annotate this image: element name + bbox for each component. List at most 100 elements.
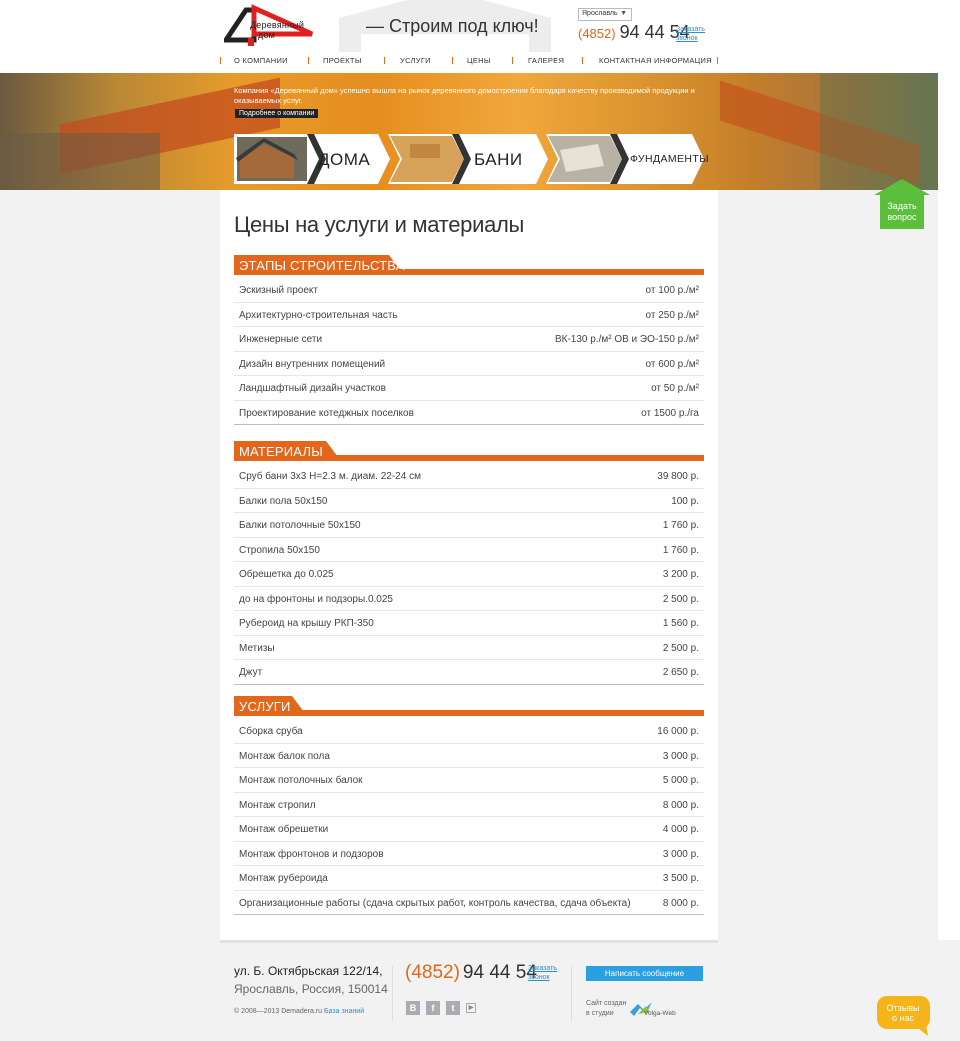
row-price: 2 650 р.: [662, 667, 699, 678]
table-row: Монтаж рубероида 3 500 р.: [234, 866, 704, 891]
callback-link[interactable]: Заказать звонок: [676, 25, 705, 43]
category-houses[interactable]: ДОМА: [234, 134, 390, 184]
row-name: Инженерные сети: [239, 334, 323, 345]
row-price: 8 000 р.: [662, 897, 699, 909]
reviews-label: Отзывы о нас: [876, 1003, 930, 1023]
category-foundations[interactable]: ФУНДАМЕНТЫ: [546, 134, 709, 184]
row-price: 1 760 р.: [662, 544, 699, 556]
row-name: до на фронтоны и подзоры.0.025: [239, 593, 393, 605]
header: Деревянный дом — Строим под ключ! Яросла…: [0, 0, 960, 73]
banner-text: Компания «Деревянный дом» успешно вышла …: [234, 86, 695, 105]
row-price: 4 000 р.: [662, 824, 699, 835]
logo-text: Деревянный дом: [250, 20, 304, 40]
ask-question-button[interactable]: Задать вопрос: [872, 179, 932, 229]
table-row: Дизайн внутренних помещений от 600 р./м²: [234, 352, 704, 376]
more-about-button[interactable]: Подробнее о компании: [235, 109, 319, 118]
ask-question-label: Задать вопрос: [872, 201, 932, 223]
row-price: 100 р.: [671, 495, 699, 507]
ask-line-2: вопрос: [887, 212, 917, 222]
section-services: УСЛУГИ Сборка сруба 16 000 р. Монтаж бало…: [234, 696, 704, 915]
vk-icon[interactable]: В: [406, 1001, 420, 1015]
row-name: Монтаж балок пола: [239, 750, 330, 762]
row-name: Обрешетка до 0.025: [239, 569, 334, 580]
section-stages: ЭТАПЫ СТРОИТЕЛЬСТВА Эскизный проект от 10…: [234, 255, 704, 425]
section-header: ЭТАПЫ СТРОИТЕЛЬСТВА: [234, 255, 704, 277]
table-row: Монтаж потолочных балок 5 000 р.: [234, 768, 704, 793]
table-row: Обрешетка до 0.025 3 200 р.: [234, 562, 704, 587]
row-name: Организационные работы (сдача скрытых ра…: [239, 897, 631, 909]
facebook-icon[interactable]: f: [426, 1001, 440, 1015]
knowledge-base-link[interactable]: База знаний: [324, 1008, 364, 1015]
page-title: Цены на услуги и материалы: [234, 212, 525, 237]
row-name: Монтаж рубероида: [239, 873, 328, 884]
reviews-line-1: Отзывы: [886, 1003, 920, 1013]
row-price: 2 500 р.: [662, 642, 699, 654]
ask-line-1: Задать: [887, 201, 917, 211]
row-name: Эскизный проект: [239, 285, 318, 296]
footer-phone: (4852) 94 44 54: [405, 962, 537, 984]
callback-line-1: Заказать: [676, 26, 705, 33]
table-row: Монтаж балок пола 3 000 р.: [234, 744, 704, 768]
row-price: от 250 р./м²: [645, 309, 700, 321]
table-row: Балки пола 50х150 100 р.: [234, 489, 704, 513]
row-price: 1 760 р.: [662, 520, 699, 531]
chevron-down-icon: ▼: [620, 10, 627, 17]
studio-name: Volga-Web: [644, 1010, 676, 1017]
row-name: Монтаж стропил: [239, 799, 316, 811]
nav-item-services[interactable]: УСЛУГИ: [400, 56, 431, 65]
row-price: 1 560 р.: [662, 618, 699, 629]
nav-separator: [452, 57, 453, 64]
section-title: УСЛУГИ: [239, 699, 291, 714]
reviews-line-2: о нас: [892, 1013, 914, 1023]
nav-item-about[interactable]: О КОМПАНИИ: [234, 56, 288, 65]
nav-separator: [512, 57, 513, 64]
footer-divider: [392, 966, 393, 1021]
send-message-button[interactable]: Написать сообщение: [586, 966, 703, 981]
youtube-icon[interactable]: ▶: [466, 1003, 476, 1013]
copyright: © 2008—2013 Demadera.ru База знаний: [234, 1008, 364, 1015]
row-name: Балки потолочные 50х150: [239, 520, 361, 531]
city-value: Ярославль: [582, 10, 618, 17]
nav-item-contacts[interactable]: КОНТАКТНАЯ ИНФОРМАЦИЯ: [599, 56, 712, 65]
footer-callback-link[interactable]: Заказать звонок: [528, 964, 557, 982]
table-row: Ландшафтный дизайн участков от 50 р./м²: [234, 376, 704, 401]
nav-item-prices[interactable]: ЦЕНЫ: [467, 56, 491, 65]
table-row: Проектирование котеджных поселков от 1500…: [234, 401, 704, 425]
row-price: 5 000 р.: [662, 775, 699, 786]
row-name: Сборка сруба: [239, 726, 303, 737]
row-name: Сруб бани 3х3 Н=2.3 м. диам. 22-24 см: [239, 471, 421, 482]
table-row: Сруб бани 3х3 Н=2.3 м. диам. 22-24 см 39 …: [234, 464, 704, 489]
tagline: — Строим под ключ!: [366, 16, 539, 36]
copyright-text: © 2008—2013 Demadera.ru: [234, 1008, 323, 1015]
city-select[interactable]: Ярославль ▼: [578, 8, 632, 21]
price-table: Сборка сруба 16 000 р. Монтаж балок пола 3…: [234, 719, 704, 915]
table-row: Сборка сруба 16 000 р.: [234, 719, 704, 744]
category-saunas[interactable]: БАНИ: [388, 134, 548, 184]
nav-separator: [220, 57, 221, 64]
table-row: Эскизный проект от 100 р./м²: [234, 278, 704, 303]
twitter-icon[interactable]: t: [446, 1001, 460, 1015]
nav-item-gallery[interactable]: ГАЛЕРЕЯ: [528, 56, 564, 65]
row-name: Рубероид на крышу РКП-350: [239, 618, 374, 629]
row-name: Архитектурно-строительная часть: [239, 309, 398, 321]
footer-address-line-2: Ярославль, Россия, 150014: [234, 982, 388, 996]
table-row: Архитектурно-строительная часть от 250 р.…: [234, 303, 704, 327]
row-price: 8 000 р.: [662, 799, 699, 811]
nav-separator: [308, 57, 309, 64]
table-row: Монтаж стропил 8 000 р.: [234, 793, 704, 817]
row-name: Дизайн внутренних помещений: [239, 358, 386, 370]
made-line-2: в студии: [586, 1010, 614, 1017]
banner-photo-shade: [0, 133, 160, 190]
row-price: от 1500 р./га: [641, 407, 699, 419]
made-by-text: Сайт создан в студии: [586, 999, 626, 1019]
logo-line-1: Деревянный: [250, 20, 305, 30]
row-name: Монтаж потолочных балок: [239, 775, 363, 786]
nav-item-projects[interactable]: ПРОЕКТЫ: [323, 56, 362, 65]
table-row: Рубероид на крышу РКП-350 1 560 р.: [234, 611, 704, 636]
row-name: Монтаж обрешетки: [239, 824, 329, 835]
reviews-button[interactable]: Отзывы о нас: [876, 995, 932, 1037]
category-foundations-label: ФУНДАМЕНТЫ: [630, 153, 709, 165]
footer-callback-line-1: Заказать: [528, 965, 557, 972]
row-name: Джут: [239, 667, 263, 678]
row-name: Стропила 50х150: [239, 544, 320, 556]
